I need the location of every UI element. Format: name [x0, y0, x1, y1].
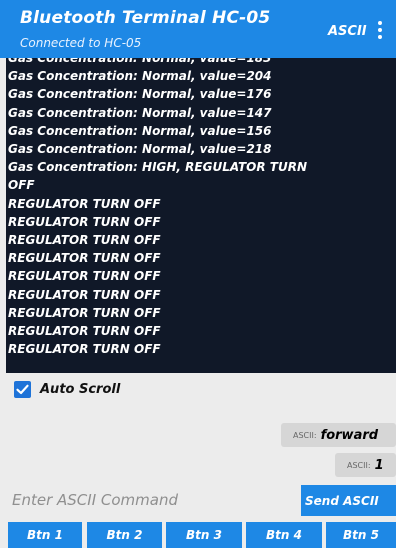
connection-status: Connected to HC-05 — [20, 36, 142, 50]
send-ascii-button[interactable]: Send ASCII — [301, 485, 396, 516]
macro-button-3[interactable]: Btn 3 — [166, 522, 242, 548]
terminal-line: Gas Concentration: Normal, value=147 — [8, 105, 272, 120]
terminal-line: Gas Concentration: Normal, value=176 — [8, 87, 272, 102]
terminal-line: OFF — [8, 178, 35, 193]
terminal-line: Gas Concentration: Normal, value=183 — [8, 58, 272, 65]
terminal-line: REGULATOR TURN OFF — [8, 287, 161, 302]
macro-button-5[interactable]: Btn 5 — [326, 522, 396, 548]
macro-button-1[interactable]: Btn 1 — [8, 522, 82, 548]
ascii-mode-button[interactable]: ASCII — [328, 24, 367, 39]
sent-message: ASCII: 1 — [335, 453, 396, 477]
terminal-line: Gas Concentration: Normal, value=218 — [8, 142, 272, 157]
macro-button-row: Btn 1 Btn 2 Btn 3 Btn 4 Btn 5 — [0, 522, 396, 548]
terminal-line: REGULATOR TURN OFF — [8, 305, 161, 320]
sent-message: ASCII: forward — [281, 423, 396, 447]
message-mode-tag: ASCII: — [347, 460, 371, 470]
auto-scroll-checkbox[interactable] — [14, 380, 31, 398]
terminal-line: REGULATOR TURN OFF — [8, 269, 161, 284]
terminal-line: REGULATOR TURN OFF — [8, 196, 161, 211]
terminal-line: REGULATOR TURN OFF — [8, 233, 161, 248]
more-vert-icon[interactable] — [372, 18, 388, 44]
message-text: forward — [320, 427, 379, 443]
app-title: Bluetooth Terminal HC-05 — [20, 8, 271, 28]
terminal-line: Gas Concentration: HIGH, REGULATOR TURN — [8, 160, 307, 175]
terminal-line: REGULATOR TURN OFF — [8, 342, 161, 357]
terminal-line: Gas Concentration: Normal, value=156 — [8, 123, 272, 138]
command-input[interactable] — [8, 484, 296, 516]
terminal-line: REGULATOR TURN OFF — [8, 214, 161, 229]
message-text: 1 — [374, 457, 384, 473]
terminal-line: Gas Concentration: Normal, value=204 — [8, 69, 272, 84]
terminal-line: REGULATOR TURN OFF — [8, 324, 161, 339]
terminal-line: REGULATOR TURN OFF — [8, 251, 161, 266]
macro-button-2[interactable]: Btn 2 — [87, 522, 162, 548]
check-icon — [16, 384, 29, 394]
macro-button-4[interactable]: Btn 4 — [246, 522, 322, 548]
auto-scroll-option[interactable]: Auto Scroll — [14, 378, 120, 400]
message-mode-tag: ASCII: — [293, 430, 317, 440]
auto-scroll-label: Auto Scroll — [40, 381, 121, 397]
terminal-output[interactable]: Gas Concentration: Normal, value=183 Gas … — [6, 58, 396, 373]
app-bar: Bluetooth Terminal HC-05 Connected to HC… — [0, 0, 396, 58]
